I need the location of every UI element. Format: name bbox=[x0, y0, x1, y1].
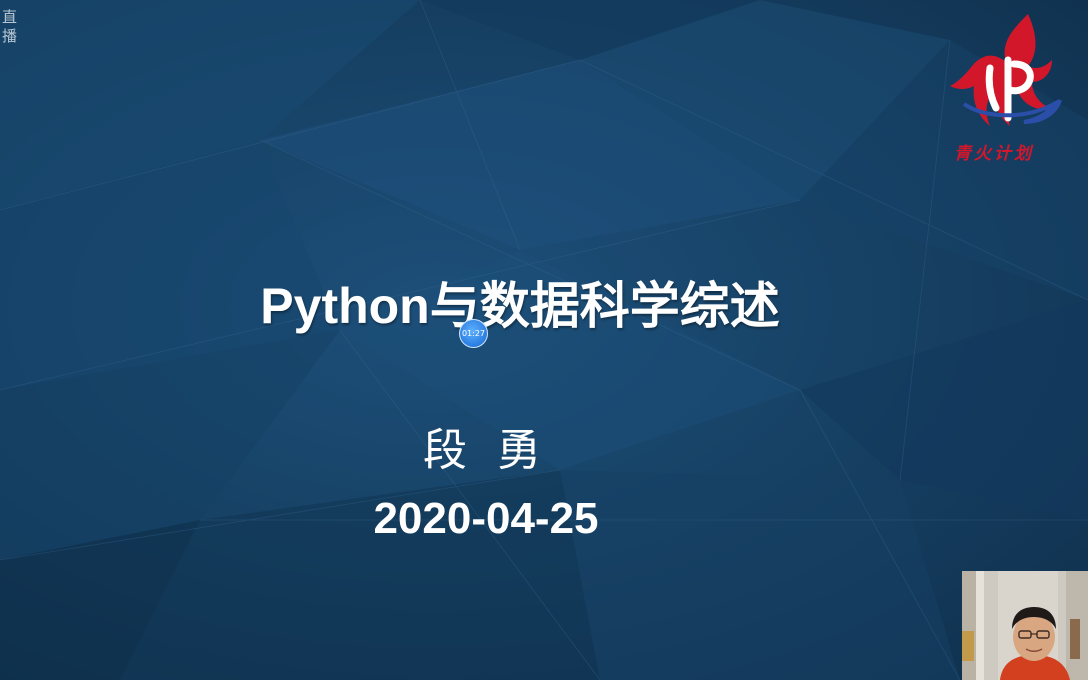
slide-author: 段 勇 bbox=[423, 425, 549, 476]
slide-date: 2020-04-25 bbox=[373, 494, 599, 543]
timer-badge[interactable]: 01:27 bbox=[459, 319, 488, 348]
slide-viewport: 直播 青火计划 Python与数据科学综述 01:27 段 勇 2020-04-… bbox=[0, 0, 1088, 680]
webcam-video-icon bbox=[962, 571, 1088, 680]
webcam-feed[interactable] bbox=[962, 571, 1088, 680]
logo-text: 青火计划 bbox=[954, 144, 1034, 164]
live-stream-label: 直播 bbox=[2, 8, 18, 45]
polygon-background bbox=[0, 0, 1088, 680]
slide-title: Python与数据科学综述 bbox=[260, 278, 780, 334]
